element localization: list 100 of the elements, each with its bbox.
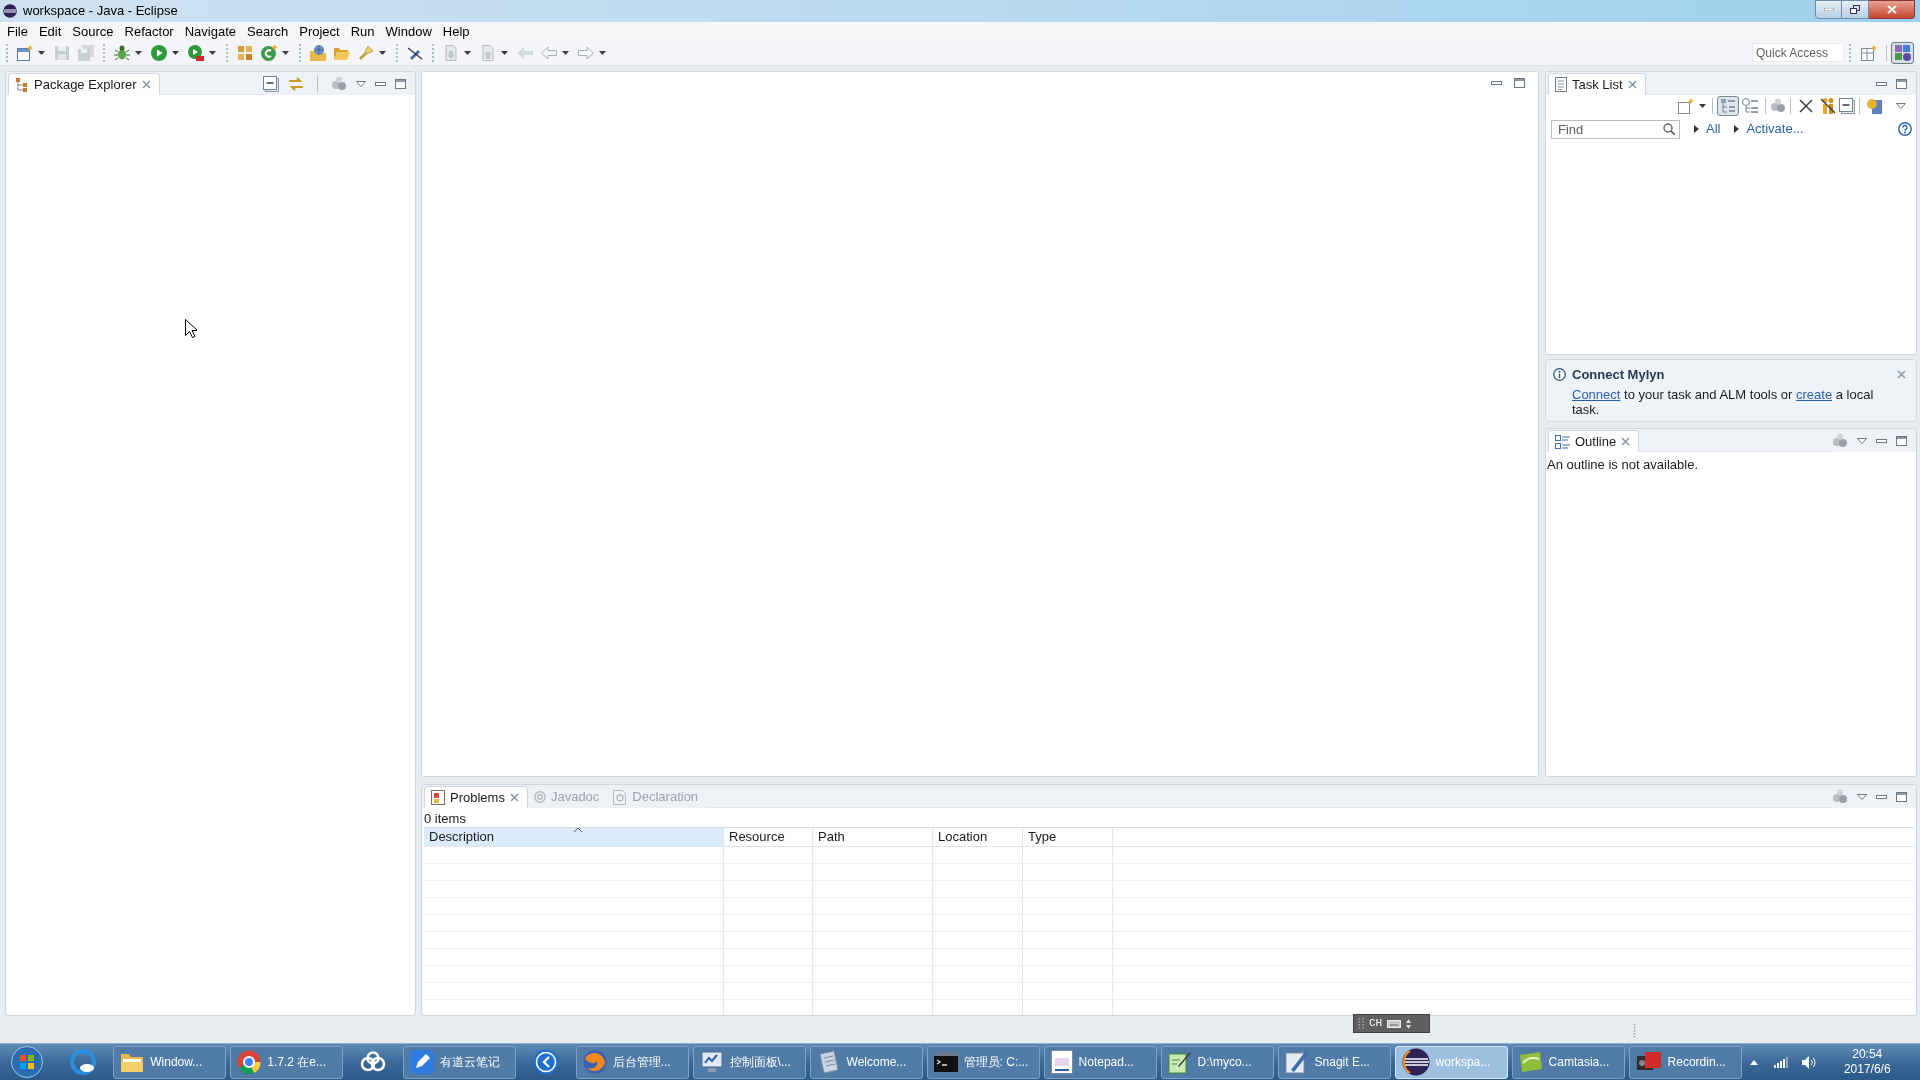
- taskbar-button[interactable]: D:\myco...: [1160, 1045, 1274, 1079]
- tray-arrow-icon[interactable]: [1749, 1059, 1758, 1065]
- speaker-icon[interactable]: [1801, 1055, 1817, 1069]
- swap-arrows-icon[interactable]: [288, 75, 304, 92]
- circle-arc-icon[interactable]: [261, 44, 277, 61]
- caret-icon[interactable]: [501, 50, 508, 55]
- find-field[interactable]: Find: [1551, 119, 1680, 139]
- maximize-icon[interactable]: [1896, 791, 1907, 802]
- menu-item[interactable]: Navigate: [184, 24, 236, 38]
- caret-icon[interactable]: [1699, 104, 1706, 108]
- caret-icon[interactable]: [38, 50, 45, 55]
- close-icon[interactable]: [141, 80, 151, 89]
- view-tab[interactable]: Task List: [1548, 73, 1646, 95]
- ime-language-label[interactable]: CH: [1369, 1018, 1383, 1029]
- minimize-icon[interactable]: [1491, 81, 1502, 85]
- spheres-icon[interactable]: [1770, 98, 1786, 114]
- four-squares-icon[interactable]: [237, 44, 253, 61]
- view-menu-icon[interactable]: [1896, 103, 1906, 109]
- view-menu-icon[interactable]: [1857, 437, 1867, 444]
- menu-item[interactable]: Help: [442, 24, 470, 38]
- menu-item[interactable]: Source: [72, 24, 114, 38]
- play-icon[interactable]: [151, 44, 167, 61]
- filter-link[interactable]: All: [1706, 119, 1721, 139]
- window-close-button[interactable]: [1869, 0, 1915, 19]
- caret-icon[interactable]: [599, 50, 606, 55]
- caret-icon[interactable]: [135, 50, 142, 55]
- close-icon[interactable]: [1897, 370, 1906, 380]
- signal-bars-icon[interactable]: [1773, 1056, 1788, 1068]
- caret-icon[interactable]: [209, 50, 216, 55]
- taskbar-button[interactable]: 1.7.2 在e...: [230, 1045, 344, 1079]
- view-tab[interactable]: Outline: [1548, 430, 1640, 452]
- taskbar-button[interactable]: 后台管理...: [575, 1045, 689, 1079]
- sort-caret-icon: [573, 828, 582, 832]
- menu-item[interactable]: Run: [350, 24, 375, 38]
- minimize-icon[interactable]: [1876, 81, 1887, 86]
- menu-item[interactable]: Project: [299, 24, 340, 38]
- menu-item[interactable]: Window: [385, 24, 432, 38]
- minimize-icon[interactable]: [1876, 794, 1887, 799]
- maximize-icon[interactable]: [1896, 435, 1907, 446]
- caret-icon[interactable]: [562, 50, 569, 55]
- caret-icon[interactable]: [379, 50, 386, 55]
- minimize-icon[interactable]: [1876, 438, 1887, 443]
- text-link[interactable]: Connect: [1572, 386, 1621, 402]
- menu-item[interactable]: Refactor: [124, 24, 174, 38]
- boxes-minus-icon[interactable]: [1839, 98, 1855, 114]
- expand-arrow-icon[interactable]: [1734, 125, 1740, 133]
- taskbar-button[interactable]: Window...: [113, 1045, 227, 1079]
- up-down-caret-icon[interactable]: [1406, 1018, 1412, 1029]
- play-toolbox-icon[interactable]: [188, 44, 204, 61]
- menu-item[interactable]: File: [7, 24, 28, 38]
- maximize-icon[interactable]: [395, 78, 406, 89]
- keyboard-icon[interactable]: [1387, 1019, 1402, 1028]
- expand-arrow-icon[interactable]: [1694, 125, 1699, 133]
- three-rings-icon[interactable]: [360, 1051, 387, 1073]
- people-crossed-icon[interactable]: [1820, 98, 1836, 114]
- view-menu-icon[interactable]: [356, 80, 366, 87]
- filter-link[interactable]: Activate...: [1746, 119, 1804, 139]
- taskbar-button[interactable]: Snagit E...: [1277, 1045, 1391, 1079]
- boxes-minus-icon[interactable]: [263, 75, 279, 92]
- circle-list-icon[interactable]: [1742, 98, 1758, 114]
- quick-access-field[interactable]: Quick Access: [1752, 43, 1844, 62]
- caret-icon[interactable]: [464, 50, 471, 55]
- flashlight-icon[interactable]: [358, 44, 374, 61]
- window-restore-button[interactable]: [1842, 0, 1869, 19]
- ring-chevron-icon[interactable]: [532, 1049, 559, 1075]
- close-icon[interactable]: [1627, 80, 1637, 89]
- spheres-icon[interactable]: [331, 75, 347, 92]
- caret-icon[interactable]: [172, 50, 179, 55]
- spheres-icon[interactable]: [1832, 788, 1848, 805]
- taskbar-button[interactable]: 管理员: C:...: [926, 1045, 1040, 1079]
- tree-list-button[interactable]: [1717, 96, 1739, 116]
- maximize-icon[interactable]: [1896, 78, 1907, 89]
- view-tab[interactable]: Problems: [424, 786, 528, 808]
- caret-icon[interactable]: [282, 50, 289, 55]
- view-menu-icon[interactable]: [1857, 793, 1867, 800]
- taskbar-button[interactable]: 有道云笔记: [402, 1045, 516, 1079]
- taskbar-button[interactable]: Welcome...: [809, 1045, 923, 1079]
- menu-item[interactable]: Edit: [38, 24, 62, 38]
- perspective-button[interactable]: [1891, 41, 1914, 64]
- cross-icon[interactable]: [1798, 98, 1814, 114]
- start-orb-icon[interactable]: [10, 1046, 43, 1078]
- square-star-icon[interactable]: [1678, 98, 1694, 114]
- taskbar-button[interactable]: Notepad...: [1043, 1045, 1157, 1079]
- column-header[interactable]: Description: [424, 828, 724, 846]
- spheres-icon[interactable]: [1832, 432, 1848, 449]
- help-icon[interactable]: [1898, 122, 1912, 136]
- maximize-icon[interactable]: [1514, 78, 1525, 88]
- disc-page-icon[interactable]: [1867, 98, 1883, 114]
- taskbar-button[interactable]: Recordin...: [1628, 1045, 1742, 1079]
- taskbar-button[interactable]: Camtasia...: [1511, 1045, 1625, 1079]
- text-link[interactable]: create: [1796, 386, 1833, 402]
- bug-icon[interactable]: [114, 44, 130, 61]
- minimize-icon[interactable]: [375, 81, 386, 86]
- close-icon[interactable]: [509, 793, 519, 802]
- folder-globe-icon[interactable]: [310, 44, 326, 61]
- ring-cloud-icon[interactable]: [70, 1049, 97, 1075]
- taskbar-button[interactable]: 控制面板\...: [692, 1045, 806, 1079]
- close-icon[interactable]: [1621, 437, 1631, 446]
- view-tab[interactable]: Package Explorer: [8, 73, 160, 95]
- menu-item[interactable]: Search: [247, 24, 289, 38]
